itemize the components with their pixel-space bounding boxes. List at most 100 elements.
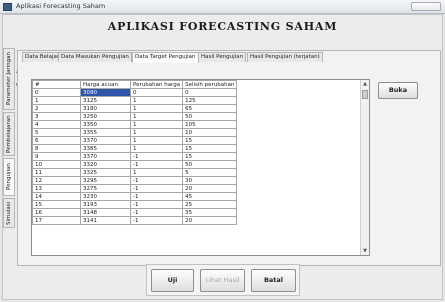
table-cell[interactable]: 3125: [80, 96, 131, 105]
table-cell[interactable]: 17: [32, 216, 81, 225]
table-cell[interactable]: 50: [182, 160, 238, 169]
table-cell[interactable]: -1: [129, 176, 184, 185]
scroll-up-arrow-icon[interactable]: ▲: [361, 80, 369, 88]
table-cell[interactable]: 6: [32, 136, 81, 145]
table-cell[interactable]: 15: [182, 152, 238, 161]
table-row[interactable]: 10 3320 -1 50: [32, 160, 238, 169]
tab-hasil-pengujian-terjatan[interactable]: Hasil Pengujian (terjatan): [247, 52, 323, 62]
table-row[interactable]: 2 3180 1 65: [32, 104, 238, 113]
table-cell[interactable]: 3090: [80, 88, 131, 97]
table-row[interactable]: 3 3250 1 50: [32, 112, 238, 121]
table-cell[interactable]: 15: [182, 144, 238, 153]
table-row[interactable]: 9 3370 -1 15: [32, 152, 238, 161]
table-cell[interactable]: 1: [129, 128, 184, 137]
table-cell[interactable]: -1: [129, 208, 184, 217]
table-cell[interactable]: 3370: [80, 136, 131, 145]
vertical-scrollbar[interactable]: ▲ ▼: [360, 80, 369, 255]
table-row[interactable]: 13 3275 -1 20: [32, 184, 238, 193]
table-cell[interactable]: 3141: [80, 216, 131, 225]
side-tab-pembelajaran[interactable]: Pembelajaran: [3, 112, 15, 156]
side-tab-parameter[interactable]: Parameter Jaringan Saraf: [3, 48, 22, 110]
table-row[interactable]: 1 3125 1 125: [32, 96, 238, 105]
table-cell[interactable]: 8: [32, 144, 81, 153]
table-cell[interactable]: 3230: [80, 192, 131, 201]
table-cell[interactable]: 13: [32, 184, 81, 193]
uji-button[interactable]: Uji: [151, 269, 194, 292]
table-cell[interactable]: 5: [182, 168, 238, 177]
side-tab-pengujian[interactable]: Pengujian: [3, 158, 15, 196]
table-cell[interactable]: 3295: [80, 176, 131, 185]
table-cell[interactable]: 3275: [80, 184, 131, 193]
table-cell[interactable]: 25: [182, 200, 238, 209]
table-cell[interactable]: 2: [32, 104, 81, 113]
side-tab-simulasi[interactable]: Simulasi: [3, 198, 15, 228]
table-cell[interactable]: -1: [129, 200, 184, 209]
table-row[interactable]: 0 3090 0 0: [32, 88, 238, 97]
table-cell[interactable]: 5: [32, 128, 81, 137]
table-cell[interactable]: 10: [32, 160, 81, 169]
table-row[interactable]: 6 3370 1 15: [32, 136, 238, 145]
table-row[interactable]: 12 3295 -1 30: [32, 176, 238, 185]
table-cell[interactable]: 11: [32, 168, 81, 177]
table-cell[interactable]: 1: [129, 104, 184, 113]
scroll-down-arrow-icon[interactable]: ▼: [361, 247, 369, 255]
table-cell[interactable]: 20: [182, 216, 238, 225]
table-cell[interactable]: 3250: [80, 112, 131, 121]
table-cell[interactable]: 50: [182, 112, 238, 121]
table-cell[interactable]: 14: [32, 192, 81, 201]
buka-button[interactable]: Buka: [378, 82, 418, 99]
table-cell[interactable]: 3320: [80, 160, 131, 169]
table-cell[interactable]: 16: [32, 208, 81, 217]
table-cell[interactable]: 1: [129, 96, 184, 105]
table-row[interactable]: 5 3355 1 10: [32, 128, 238, 137]
table-cell[interactable]: 15: [182, 136, 238, 145]
table-cell[interactable]: 1: [32, 96, 81, 105]
table-row[interactable]: 8 3385 1 15: [32, 144, 238, 153]
table-cell[interactable]: 10: [182, 128, 238, 137]
scrollbar-thumb[interactable]: [362, 90, 368, 99]
table-cell[interactable]: 4: [32, 120, 81, 129]
table-cell[interactable]: 3350: [80, 120, 131, 129]
table-cell[interactable]: 30: [182, 176, 238, 185]
table-cell[interactable]: 20: [182, 184, 238, 193]
table-cell[interactable]: 3180: [80, 104, 131, 113]
table-row[interactable]: 16 3148 -1 35: [32, 208, 238, 217]
table-row[interactable]: 11 3325 1 5: [32, 168, 238, 177]
table-cell[interactable]: 1: [129, 168, 184, 177]
table-cell[interactable]: -1: [129, 152, 184, 161]
table-cell[interactable]: 1: [129, 136, 184, 145]
tab-hasil-pengujian[interactable]: Hasil Pengujian: [198, 52, 247, 62]
table-cell[interactable]: 3: [32, 112, 81, 121]
table-cell[interactable]: -1: [129, 160, 184, 169]
table-cell[interactable]: 3193: [80, 200, 131, 209]
table-cell[interactable]: 12: [32, 176, 81, 185]
batal-button[interactable]: Batal: [251, 269, 296, 292]
table-cell[interactable]: 0: [182, 88, 238, 97]
table-cell[interactable]: -1: [129, 184, 184, 193]
table-cell[interactable]: -1: [129, 192, 184, 201]
table-cell[interactable]: 1: [129, 112, 184, 121]
table-cell[interactable]: 3385: [80, 144, 131, 153]
table-row[interactable]: 15 3193 -1 25: [32, 200, 238, 209]
table-cell[interactable]: 0: [129, 88, 184, 97]
data-table[interactable]: # Harga acuan Perubahan harga Selisih pe…: [31, 79, 370, 256]
table-cell[interactable]: 1: [129, 144, 184, 153]
table-row[interactable]: 4 3350 1 105: [32, 120, 238, 129]
table-cell[interactable]: 35: [182, 208, 238, 217]
table-row[interactable]: 14 3230 -1 45: [32, 192, 238, 201]
tab-data-target-pengujian[interactable]: Data Target Pengujian: [132, 52, 199, 63]
window-controls[interactable]: [411, 2, 441, 11]
table-cell[interactable]: 65: [182, 104, 238, 113]
table-cell[interactable]: 3370: [80, 152, 131, 161]
table-cell[interactable]: 0: [32, 88, 81, 97]
table-row[interactable]: 17 3141 -1 20: [32, 216, 238, 225]
table-cell[interactable]: 15: [32, 200, 81, 209]
table-cell[interactable]: 125: [182, 96, 238, 105]
table-cell[interactable]: 105: [182, 120, 238, 129]
table-cell[interactable]: 3148: [80, 208, 131, 217]
table-cell[interactable]: 45: [182, 192, 238, 201]
table-cell[interactable]: 3355: [80, 128, 131, 137]
lihat-hasil-button[interactable]: Lihat Hasil: [200, 269, 245, 292]
tab-data-masukan-pengujian[interactable]: Data Masukan Pengujian: [58, 52, 132, 62]
table-cell[interactable]: 1: [129, 120, 184, 129]
